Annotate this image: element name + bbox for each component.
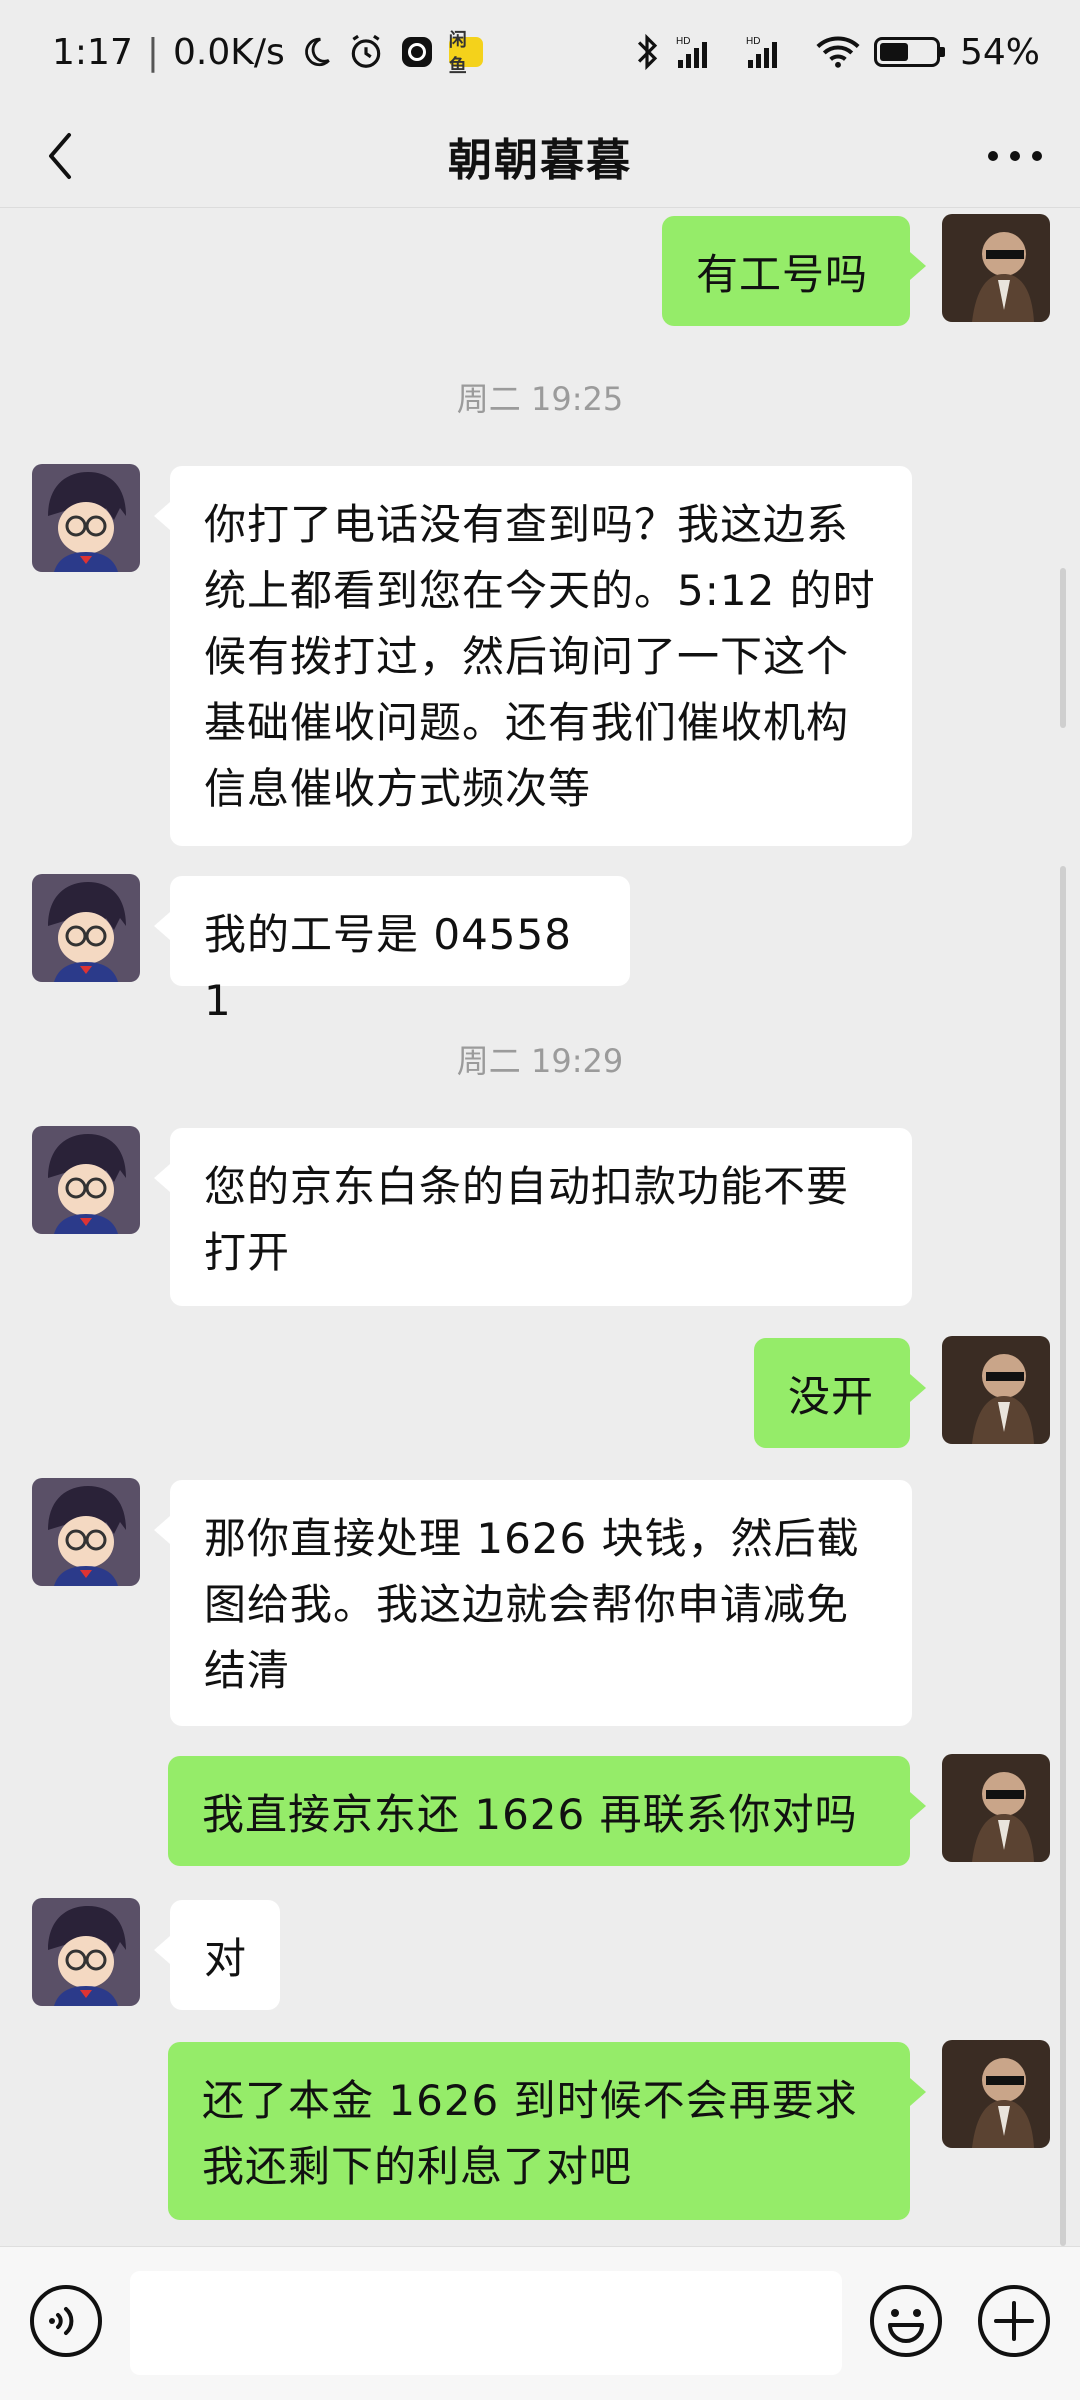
message-input[interactable] bbox=[130, 2271, 842, 2375]
battery-icon bbox=[873, 37, 945, 67]
message-text: 您的京东白条的自动扣款功能不要打开 bbox=[204, 1162, 850, 1277]
contact-avatar[interactable] bbox=[32, 464, 140, 572]
my-avatar[interactable] bbox=[942, 2040, 1050, 2148]
my-avatar[interactable] bbox=[942, 1336, 1050, 1444]
message-text: 有工号吗 bbox=[696, 250, 869, 299]
message-list[interactable]: 有工号吗 周二 19:25 你打了电话没有查到吗？我这边系统上都看到您在今天的。… bbox=[0, 208, 1080, 2246]
outgoing-message[interactable]: 没开 bbox=[754, 1338, 926, 1448]
message-text: 对 bbox=[204, 1934, 248, 1983]
incoming-message[interactable]: 对 bbox=[154, 1900, 280, 2010]
xianyu-badge: 闲鱼 bbox=[448, 30, 483, 77]
incoming-message[interactable]: 您的京东白条的自动扣款功能不要打开 bbox=[154, 1128, 912, 1306]
more-icon bbox=[988, 151, 1042, 161]
status-net-speed: 0.0K/s bbox=[172, 31, 285, 73]
emoji-icon bbox=[870, 2285, 942, 2357]
message-text: 那你直接处理 1626 块钱，然后截图给我。我这边就会帮你申请减免结清 bbox=[204, 1514, 860, 1695]
chevron-left-icon bbox=[49, 133, 71, 179]
contact-avatar[interactable] bbox=[32, 874, 140, 982]
message-text: 没开 bbox=[788, 1372, 875, 1421]
back-button[interactable] bbox=[30, 126, 90, 186]
status-divider: | bbox=[146, 31, 159, 73]
incoming-message[interactable]: 那你直接处理 1626 块钱，然后截图给我。我这边就会帮你申请减免结清 bbox=[154, 1480, 912, 1726]
contact-avatar[interactable] bbox=[32, 1898, 140, 2006]
chat-title: 朝朝暮暮 bbox=[448, 134, 632, 186]
scrollbar-thumb[interactable] bbox=[1060, 568, 1066, 728]
my-avatar[interactable] bbox=[942, 214, 1050, 322]
outgoing-message[interactable]: 还了本金 1626 到时候不会再要求我还剩下的利息了对吧 bbox=[168, 2042, 926, 2220]
incoming-message[interactable]: 你打了电话没有查到吗？我这边系统上都看到您在今天的。5:12 的时候有拨打过，然… bbox=[154, 466, 912, 846]
message-text: 你打了电话没有查到吗？我这边系统上都看到您在今天的。5:12 的时候有拨打过，然… bbox=[204, 500, 876, 813]
status-bar: 1:17 | 0.0K/s 闲鱼 HD HD 54% bbox=[0, 0, 1080, 104]
input-bar bbox=[0, 2246, 1080, 2400]
voice-icon bbox=[30, 2285, 102, 2357]
plus-icon bbox=[978, 2285, 1050, 2357]
message-text: 我直接京东还 1626 再联系你对吗 bbox=[202, 1790, 858, 1839]
status-time: 1:17 bbox=[52, 31, 133, 73]
scrollbar-track[interactable] bbox=[1060, 866, 1066, 2246]
contact-avatar[interactable] bbox=[32, 1478, 140, 1586]
bluetooth-icon bbox=[632, 33, 662, 71]
outgoing-message[interactable]: 有工号吗 bbox=[662, 216, 926, 326]
signal-icon: HD bbox=[676, 34, 732, 70]
battery-percent: 54% bbox=[959, 31, 1040, 73]
contact-avatar[interactable] bbox=[32, 1126, 140, 1234]
plus-button[interactable] bbox=[976, 2283, 1052, 2359]
moon-icon bbox=[299, 35, 333, 69]
wifi-icon bbox=[816, 35, 860, 69]
message-text: 还了本金 1626 到时候不会再要求我还剩下的利息了对吧 bbox=[202, 2076, 858, 2191]
app-icon bbox=[399, 34, 435, 70]
my-avatar[interactable] bbox=[942, 1754, 1050, 1862]
alarm-icon bbox=[347, 33, 385, 71]
outgoing-message[interactable]: 我直接京东还 1626 再联系你对吗 bbox=[168, 1756, 926, 1866]
chat-header: 朝朝暮暮 bbox=[0, 104, 1080, 208]
voice-button[interactable] bbox=[28, 2283, 104, 2359]
message-text: 我的工号是 045581 bbox=[204, 910, 572, 1025]
signal-icon-2: HD bbox=[746, 34, 802, 70]
incoming-message[interactable]: 我的工号是 045581 bbox=[154, 876, 630, 1025]
svg-text:HD: HD bbox=[746, 36, 760, 47]
timestamp: 周二 19:29 bbox=[456, 1042, 624, 1080]
more-button[interactable] bbox=[980, 126, 1050, 186]
svg-text:HD: HD bbox=[676, 36, 690, 47]
timestamp: 周二 19:25 bbox=[456, 380, 624, 418]
emoji-button[interactable] bbox=[868, 2283, 944, 2359]
